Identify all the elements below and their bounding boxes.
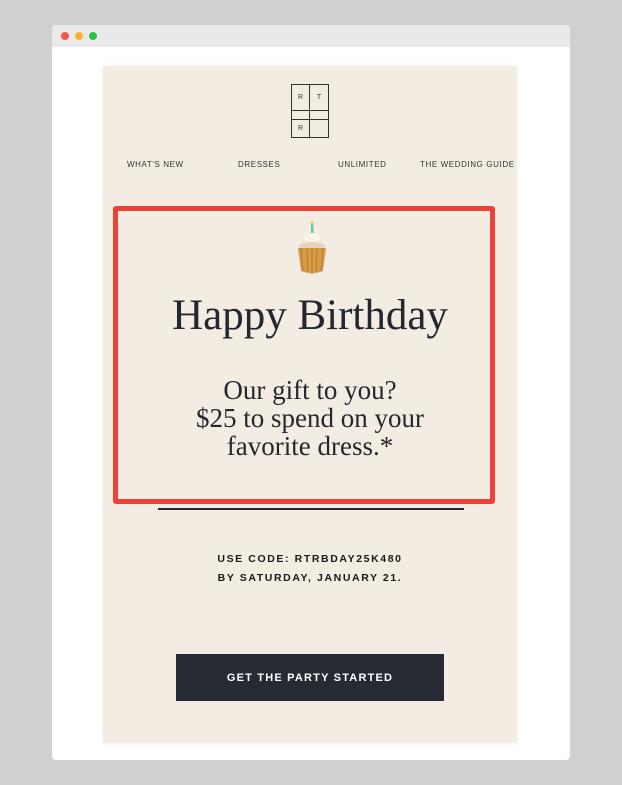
logo-letter: R xyxy=(292,120,310,137)
logo-cell xyxy=(292,111,310,120)
logo-cell xyxy=(310,120,328,137)
browser-window: R T R WHAT'S NEW DRESSES UNLIMITED THE W… xyxy=(52,25,570,760)
subhead-line: Our gift to you? xyxy=(223,375,397,405)
rtr-logo[interactable]: R T R xyxy=(291,84,329,138)
promo-deadline: BY SATURDAY, JANUARY 21. xyxy=(217,572,403,584)
promo-code-block: USE CODE: RTRBDAY25K480 BY SATURDAY, JAN… xyxy=(103,550,517,588)
email-body: R T R WHAT'S NEW DRESSES UNLIMITED THE W… xyxy=(103,66,517,743)
cupcake-icon xyxy=(298,221,326,274)
get-the-party-started-button[interactable]: GET THE PARTY STARTED xyxy=(176,654,444,701)
logo-letter: R xyxy=(292,85,310,111)
nav-dresses[interactable]: DRESSES xyxy=(238,160,280,169)
nav-whats-new[interactable]: WHAT'S NEW xyxy=(127,160,184,169)
email-nav: WHAT'S NEW DRESSES UNLIMITED THE WEDDING… xyxy=(103,160,517,174)
subhead-line: $25 to spend on your xyxy=(196,403,424,433)
minimize-window-button[interactable] xyxy=(75,32,83,40)
headline: Happy Birthday xyxy=(172,292,448,339)
promo-code: USE CODE: RTRBDAY25K480 xyxy=(217,553,403,565)
nav-wedding-guide[interactable]: THE WEDDING GUIDE xyxy=(420,160,515,169)
nav-unlimited[interactable]: UNLIMITED xyxy=(338,160,387,169)
divider xyxy=(158,508,464,510)
logo-letter: T xyxy=(310,85,328,111)
window-titlebar xyxy=(52,25,570,47)
close-window-button[interactable] xyxy=(61,32,69,40)
subhead-line: favorite dress.* xyxy=(226,431,394,461)
subhead: Our gift to you? $25 to spend on your fa… xyxy=(163,376,457,460)
logo-cell xyxy=(310,111,328,120)
maximize-window-button[interactable] xyxy=(89,32,97,40)
